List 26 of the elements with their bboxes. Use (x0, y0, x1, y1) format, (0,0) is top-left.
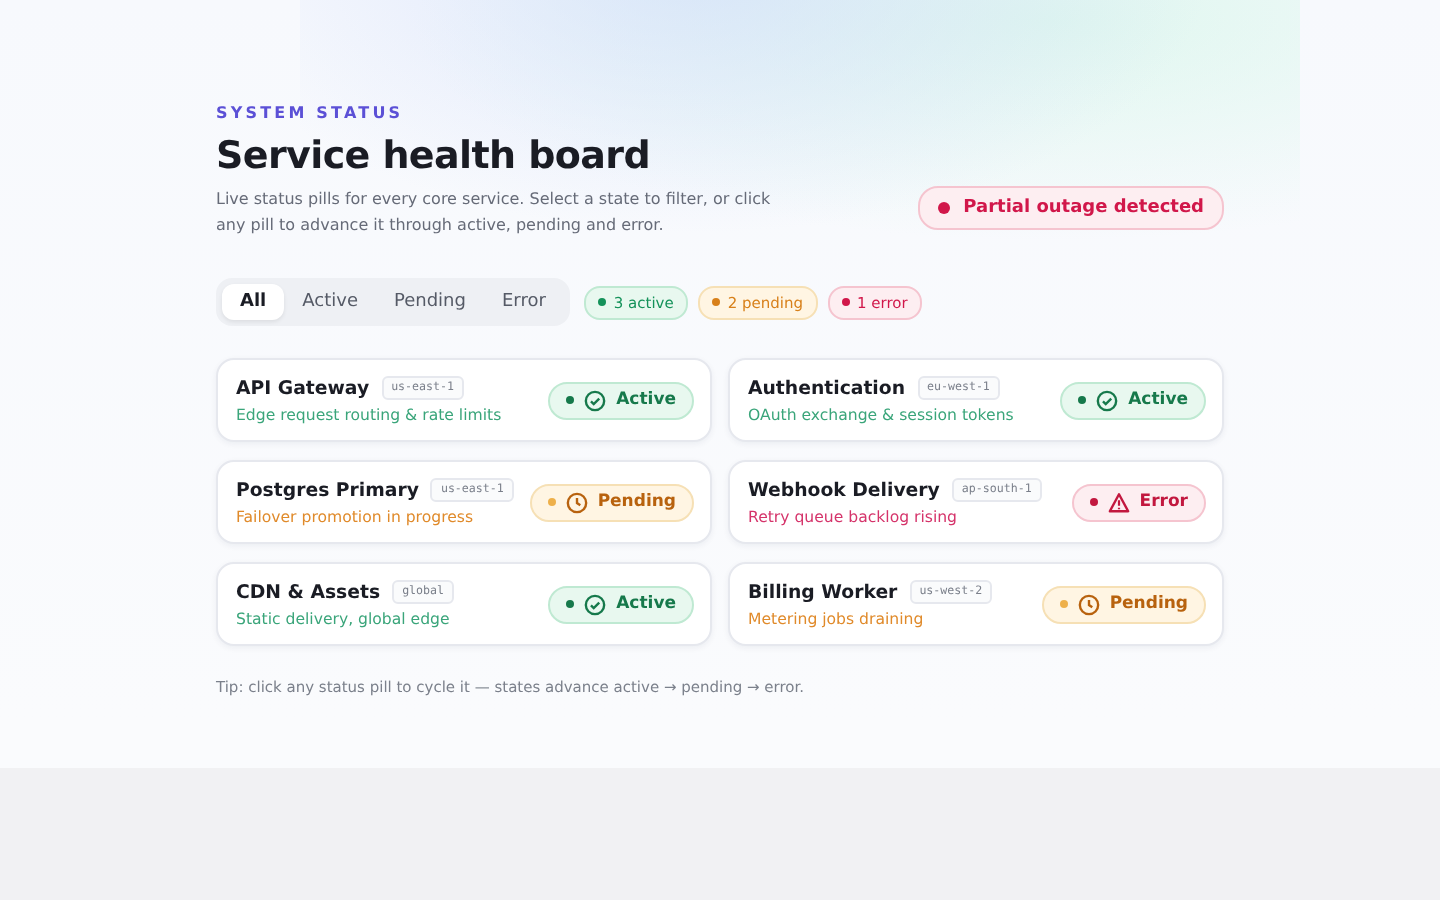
service-name: Billing Worker (748, 581, 898, 603)
status-pill[interactable]: Active (548, 381, 694, 419)
outage-badge: Partial outage detected (917, 186, 1224, 230)
eyebrow-label: SYSTEM STATUS (216, 104, 406, 122)
status-pill[interactable]: Active (548, 585, 694, 623)
warning-icon (1107, 491, 1130, 513)
page-title: Service health board (216, 134, 653, 178)
check-circle-icon (584, 389, 607, 411)
clock-icon (565, 491, 588, 513)
status-pill[interactable]: Active (1060, 381, 1206, 419)
service-name: Postgres Primary (236, 479, 419, 501)
check-circle-icon (1096, 389, 1119, 411)
status-pill[interactable]: Pending (529, 483, 694, 521)
filter-tab[interactable]: Pending (375, 284, 484, 320)
filter-tab[interactable]: All (222, 284, 285, 320)
service-name: API Gateway (236, 377, 370, 399)
status-pill[interactable]: Error (1071, 483, 1206, 521)
page-description: Live status pills for every core service. Select a state to filter, or click any pill to advance it through active, pending and error. (216, 188, 773, 238)
clock-icon (1077, 593, 1100, 615)
check-circle-icon (584, 593, 607, 615)
service-name: CDN & Assets (236, 581, 381, 603)
service-name: Webhook Delivery (748, 479, 940, 501)
status-pill[interactable]: Pending (1041, 585, 1206, 623)
service-name: Authentication (748, 377, 906, 399)
filter-tab[interactable]: Error (483, 284, 564, 320)
filter-tab[interactable]: Active (284, 284, 376, 320)
